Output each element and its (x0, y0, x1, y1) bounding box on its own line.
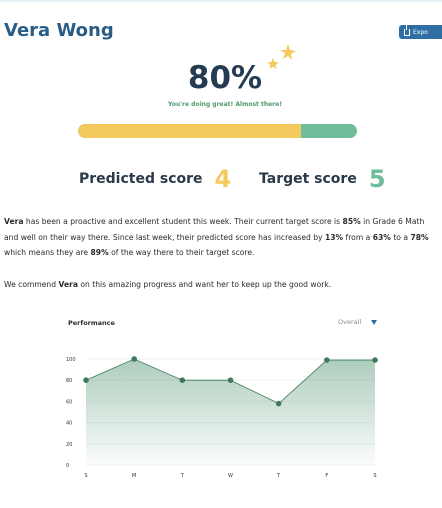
target-score: Target score 5 (259, 165, 386, 193)
from-percent: 63% (372, 232, 391, 242)
predicted-score-label: Predicted score (79, 171, 203, 187)
progress-of-percent: 89% (90, 248, 109, 257)
y-tick-label: 80 (66, 378, 72, 384)
progress-percent: 80% (187, 60, 263, 96)
target-score-value: 5 (368, 165, 386, 193)
encouragement-text: You're doing great! Almost there! (168, 101, 282, 108)
commend-text: We commend (4, 280, 59, 289)
summary-paragraph: Vera has been a proactive and excellent … (4, 214, 440, 261)
x-tick-label: F (325, 473, 328, 479)
data-point (131, 356, 137, 362)
summary-text: of the way there to their target score. (108, 248, 255, 257)
x-tick-label: T (276, 473, 281, 479)
summary-text: has been a proactive and excellent stude… (23, 217, 343, 226)
progress-bar-fill (78, 124, 302, 138)
data-point (83, 377, 89, 383)
y-tick-label: 60 (66, 399, 72, 405)
export-button[interactable]: Expo (399, 24, 442, 39)
progress-bar (78, 124, 357, 138)
upload-icon (404, 24, 410, 36)
x-tick-label: S (373, 473, 376, 479)
to-percent: 78% (410, 232, 429, 242)
increase-percent: 13% (324, 232, 344, 242)
y-tick-label: 0 (66, 463, 69, 469)
y-tick-label: 20 (66, 442, 72, 448)
stars-icon (267, 44, 296, 69)
export-label: Expo (413, 28, 428, 36)
area-fill (86, 359, 375, 465)
data-point (275, 400, 282, 407)
summary-text: which means they are (4, 248, 91, 257)
data-point (179, 377, 186, 383)
summary-text: from a (343, 232, 373, 242)
summary-text: to a (390, 232, 411, 242)
x-tick-label: M (132, 473, 136, 479)
y-tick-label: 100 (66, 357, 76, 363)
top-divider (0, 0, 442, 2)
commend-text: on this amazing progress and want her to… (77, 280, 332, 289)
student-name: Vera Wong (4, 20, 114, 41)
x-tick-label: T (180, 473, 185, 479)
data-point (227, 377, 234, 383)
predicted-score: Predicted score 4 (79, 165, 231, 193)
student-name-inline: Vera (4, 217, 24, 226)
predicted-score-value: 4 (214, 165, 232, 193)
commendation-paragraph: We commend Vera on this amazing progress… (4, 277, 440, 293)
performance-chart-panel: Performance Overall 100 80 60 40 20 0 S M T W T F S (60, 315, 390, 485)
data-point (372, 357, 378, 363)
target-percent: 85% (342, 217, 361, 226)
student-name-inline: Vera (58, 280, 78, 289)
y-tick-label: 40 (66, 421, 72, 427)
data-point (324, 357, 330, 363)
x-tick-label: S (84, 473, 87, 479)
performance-chart: 100 80 60 40 20 0 S M T W T F S (66, 356, 378, 479)
x-tick-label: W (228, 473, 233, 479)
target-score-label: Target score (259, 171, 357, 187)
